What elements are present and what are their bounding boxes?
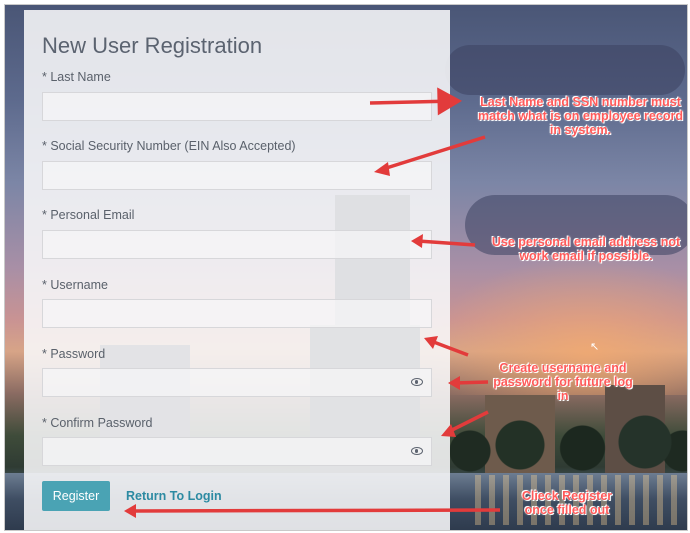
arrow-last-name <box>369 87 462 116</box>
annotation-arrows <box>124 87 501 518</box>
arrow-username <box>430 339 469 357</box>
annotation-register: Clieck Register once filled out <box>521 489 613 517</box>
cursor-icon: ↖ <box>590 341 600 353</box>
arrow-email <box>417 239 476 247</box>
arrow-confirm-password <box>447 410 489 434</box>
annotation-email: Use personal email address not work emai… <box>491 235 681 263</box>
annotation-password: Create username and password for future … <box>493 361 633 403</box>
arrow-ssn <box>379 135 486 172</box>
arrow-register <box>131 508 501 513</box>
annotation-ssn: Last Name and SSN number must match what… <box>478 95 683 137</box>
